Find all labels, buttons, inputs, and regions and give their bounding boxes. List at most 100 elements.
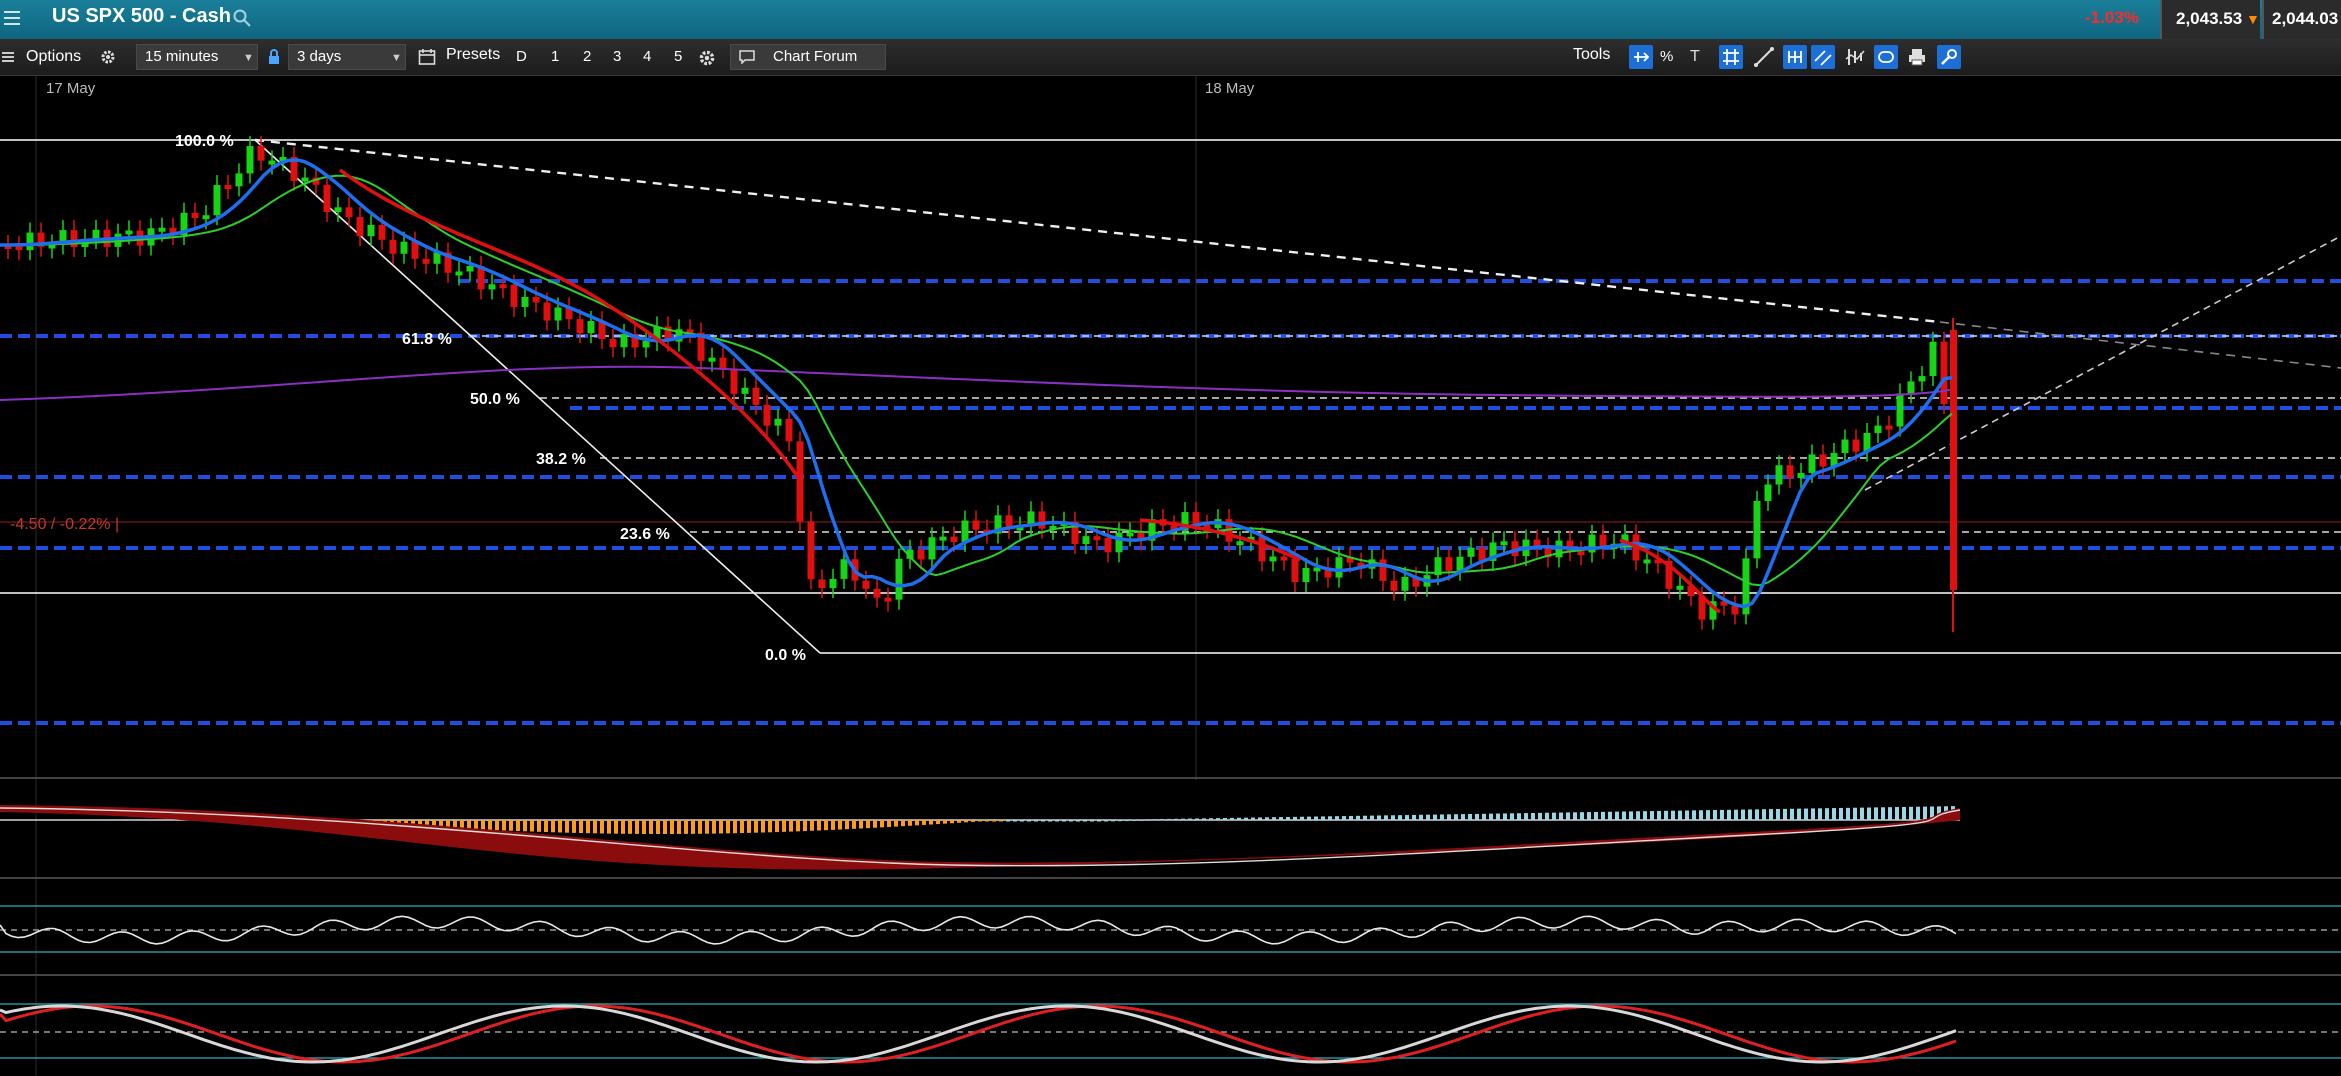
macd-histogram-bar	[1888, 807, 1892, 820]
macd-histogram-bar	[474, 820, 478, 830]
macd-histogram-bar	[1426, 814, 1430, 820]
price-chart[interactable]	[0, 0, 2341, 1076]
candle-body	[917, 549, 925, 560]
date-label-18-may: 18 May	[1205, 80, 1255, 97]
candle-body	[796, 441, 804, 522]
macd-histogram-bar	[1328, 816, 1332, 820]
macd-histogram-bar	[1734, 809, 1738, 820]
candle-body	[609, 339, 617, 348]
macd-histogram-bar	[656, 820, 660, 834]
candle-body	[1445, 557, 1453, 571]
macd-histogram-bar	[754, 820, 758, 833]
candle-body	[202, 215, 210, 220]
macd-histogram-bar	[1503, 813, 1507, 820]
candle-body	[642, 341, 650, 348]
candle-body	[939, 536, 947, 541]
macd-histogram-bar	[1867, 807, 1871, 820]
macd-histogram-bar	[614, 820, 618, 834]
macd-histogram-bar	[1398, 815, 1402, 820]
candle-body	[521, 296, 529, 307]
candle-body	[455, 271, 463, 276]
change-label: -4.50 / -0.22% |	[10, 516, 120, 533]
candle-body	[1885, 425, 1893, 430]
macd-histogram-bar	[1314, 816, 1318, 820]
macd-histogram-bar	[481, 820, 485, 830]
macd-histogram-bar	[901, 820, 905, 827]
candle-body	[774, 418, 782, 426]
macd-histogram-bar	[992, 820, 996, 822]
macd-histogram-bar	[1517, 813, 1521, 820]
macd-histogram-bar	[768, 820, 772, 833]
macd-histogram-bar	[1783, 808, 1787, 820]
macd-histogram-bar	[782, 820, 786, 832]
macd-histogram-bar	[1608, 811, 1612, 820]
candle-body	[1115, 532, 1123, 553]
macd-histogram-bar	[1454, 814, 1458, 820]
macd-histogram-bar	[1489, 813, 1493, 820]
candle-body	[389, 239, 397, 254]
macd-histogram-bar	[1769, 809, 1773, 820]
candle-body	[15, 246, 23, 251]
macd-histogram-bar	[1006, 820, 1010, 822]
macd-histogram-bar	[649, 820, 653, 834]
candle-body	[807, 521, 815, 580]
macd-histogram-bar	[845, 820, 849, 830]
candle-body	[840, 559, 848, 579]
macd-histogram-bar	[1321, 816, 1325, 820]
macd-histogram-bar	[740, 820, 744, 834]
macd-histogram-bar	[1132, 819, 1136, 821]
macd-histogram-bar	[1797, 808, 1801, 820]
candle-body	[873, 588, 881, 598]
macd-histogram-bar	[1125, 819, 1129, 822]
candle-body	[334, 207, 342, 212]
macd-histogram-bar	[978, 820, 982, 822]
candle-body	[829, 578, 837, 589]
macd-histogram-bar	[1013, 820, 1017, 822]
candle-body	[554, 307, 562, 321]
macd-histogram-bar	[1146, 819, 1150, 821]
candle-body	[1291, 558, 1299, 582]
candle-body	[532, 296, 540, 303]
macd-histogram-bar	[1258, 817, 1262, 820]
macd-histogram-bar	[1153, 819, 1157, 821]
macd-histogram-bar	[1594, 811, 1598, 820]
macd-histogram-bar	[1097, 820, 1101, 822]
fib-label-61-8: 61.8 %	[402, 331, 452, 348]
macd-histogram-bar	[1804, 808, 1808, 820]
candle-body	[488, 284, 496, 290]
candle-body	[1577, 551, 1585, 556]
macd-histogram-bar	[1076, 820, 1080, 822]
candle-body	[972, 520, 980, 530]
candle-body	[1929, 341, 1937, 377]
candle-body	[1390, 580, 1398, 591]
macd-histogram-bar	[1881, 807, 1885, 820]
macd-histogram-bar	[1272, 817, 1276, 820]
macd-histogram-bar	[726, 820, 730, 834]
candle-body	[785, 418, 793, 442]
macd-histogram-bar	[803, 820, 807, 832]
candle-body	[422, 258, 430, 264]
macd-histogram-bar	[684, 820, 688, 834]
candle-body	[1852, 439, 1860, 452]
macd-histogram-bar	[1748, 809, 1752, 820]
macd-histogram-bar	[1048, 820, 1052, 822]
macd-histogram-bar	[1286, 816, 1290, 820]
macd-histogram-bar	[502, 820, 506, 831]
macd-histogram-bar	[922, 820, 926, 825]
macd-histogram-bar	[467, 820, 471, 829]
candle-body	[818, 579, 826, 589]
macd-histogram-bar	[1909, 806, 1913, 820]
fib-label-23-6: 23.6 %	[620, 526, 670, 543]
macd-histogram-bar	[1419, 814, 1423, 820]
macd-histogram-bar	[1650, 811, 1654, 820]
trendline-dashed	[1939, 321, 2341, 369]
candle-body	[1082, 536, 1090, 545]
macd-histogram-bar	[894, 820, 898, 827]
macd-histogram-bar	[1461, 814, 1465, 820]
macd-histogram-bar	[1363, 815, 1367, 820]
macd-histogram-bar	[600, 820, 604, 834]
candle-body	[1379, 559, 1387, 581]
macd-histogram-bar	[1524, 813, 1528, 820]
candle-body	[235, 173, 243, 187]
macd-histogram-bar	[1741, 809, 1745, 820]
